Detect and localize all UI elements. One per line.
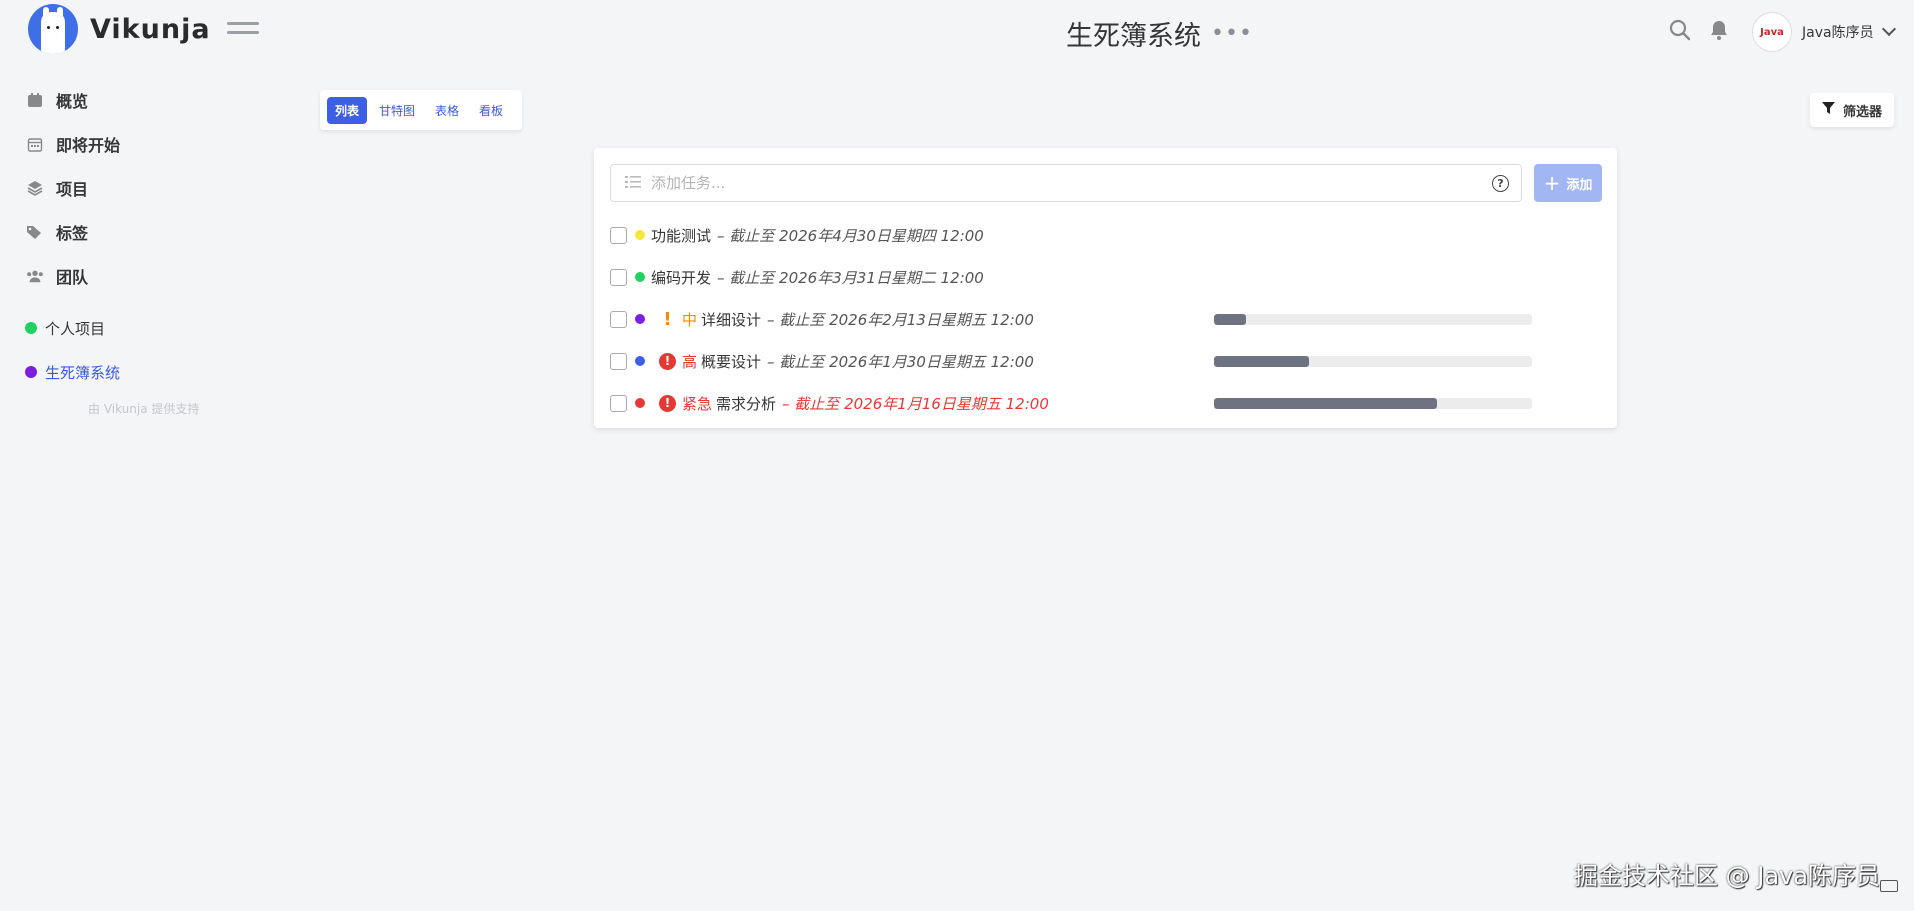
powered-by[interactable]: 由 Vikunja 提供支持: [0, 400, 300, 417]
task-color-dot: [635, 314, 645, 324]
sidebar-item-projects[interactable]: 项目: [0, 166, 300, 210]
top-bar: Vikunja 生死簿系统 ••• Java Java陈序员: [0, 0, 1914, 64]
more-options-icon[interactable]: •••: [1211, 21, 1253, 46]
task-color-dot: [635, 230, 645, 240]
keyboard-icon[interactable]: [1880, 880, 1898, 892]
task-progress-bar: [1214, 314, 1532, 325]
task-checkbox[interactable]: [610, 268, 627, 286]
task-progress-fill: [1214, 314, 1246, 325]
sidebar-item-label: 概览: [56, 92, 89, 111]
add-task-button[interactable]: + 添加: [1534, 164, 1602, 202]
task-due-date: – 截止至 2026年1月30日星期五 12:00: [767, 352, 1034, 371]
sidebar-item-label: 即将开始: [56, 136, 121, 155]
task-due-date: – 截止至 2026年2月13日星期五 12:00: [767, 310, 1034, 329]
user-menu[interactable]: Java Java陈序员: [1752, 12, 1896, 52]
task-progress-fill: [1214, 356, 1310, 367]
sidebar-item-overview[interactable]: 概览: [0, 78, 300, 122]
task-title[interactable]: 详细设计: [701, 309, 761, 330]
bell-icon[interactable]: [1707, 18, 1731, 42]
task-list-card: ? + 添加 功能测试 – 截止至 2026年4月30日星期四 12:00 编码…: [594, 148, 1617, 428]
users-icon: [26, 267, 44, 285]
menu-toggle-icon[interactable]: [227, 22, 259, 40]
sidebar: 概览 即将开始 项目 标签 团队 个人项目 生死簿系统 由 Vikunja 提供…: [0, 78, 300, 417]
calendar-icon: [26, 91, 44, 109]
task-row[interactable]: ! 紧急 需求分析 – 截止至 2026年1月16日星期五 12:00: [610, 382, 1600, 424]
search-icon[interactable]: [1668, 18, 1692, 42]
project-color-dot: [25, 366, 37, 378]
priority-exclamation-icon: !: [663, 308, 672, 330]
tab-list[interactable]: 列表: [327, 96, 368, 124]
task-title[interactable]: 需求分析: [716, 393, 776, 414]
watermark: 掘金技术社区 @ Java陈序员: [1574, 862, 1880, 890]
task-progress-fill: [1214, 398, 1437, 409]
task-progress-bar: [1214, 356, 1532, 367]
add-task-button-label: 添加: [1566, 177, 1593, 193]
tab-gantt[interactable]: 甘特图: [371, 97, 423, 124]
top-icons: [1668, 18, 1746, 42]
filter-label: 筛选器: [1843, 104, 1883, 120]
filter-icon: [1822, 101, 1835, 119]
task-row[interactable]: ! 高 概要设计 – 截止至 2026年1月30日星期五 12:00: [610, 340, 1600, 382]
project-title-area: 生死簿系统 •••: [1066, 14, 1253, 53]
task-checkbox[interactable]: [610, 394, 627, 412]
sidebar-item-label: 团队: [56, 268, 89, 287]
task-due-date: – 截止至 2026年1月16日星期五 12:00: [782, 394, 1049, 413]
sidebar-item-label: 项目: [56, 180, 89, 199]
task-checkbox[interactable]: [610, 226, 627, 244]
add-task-row: ? + 添加: [610, 164, 1602, 202]
task-due-date: – 截止至 2026年4月30日星期四 12:00: [717, 226, 984, 245]
help-icon[interactable]: ?: [1492, 175, 1509, 192]
view-switcher: 列表 甘特图 表格 看板: [320, 90, 523, 130]
chevron-down-icon: [1881, 21, 1896, 37]
priority-label: 高: [682, 352, 698, 371]
priority-label: 中: [682, 310, 698, 329]
logo[interactable]: Vikunja: [28, 4, 211, 54]
task-checkbox[interactable]: [610, 310, 627, 328]
list-icon: [625, 174, 641, 193]
sidebar-item-teams[interactable]: 团队: [0, 254, 300, 298]
task-row[interactable]: 编码开发 – 截止至 2026年3月31日星期二 12:00: [610, 256, 1600, 298]
sidebar-project-label: 生死簿系统: [45, 363, 121, 382]
task-progress-bar: [1214, 398, 1532, 409]
brand-name: Vikunja: [90, 13, 211, 45]
task-title[interactable]: 编码开发: [651, 267, 711, 288]
tab-table[interactable]: 表格: [427, 97, 467, 124]
add-task-field[interactable]: ?: [610, 164, 1522, 202]
task-row[interactable]: 功能测试 – 截止至 2026年4月30日星期四 12:00: [610, 214, 1600, 256]
task-color-dot: [635, 272, 645, 282]
task-color-dot: [635, 356, 645, 366]
user-name: Java陈序员: [1802, 25, 1874, 41]
task-list: 功能测试 – 截止至 2026年4月30日星期四 12:00 编码开发 – 截止…: [610, 214, 1600, 424]
sidebar-project-shengsibu[interactable]: 生死簿系统: [0, 350, 300, 394]
task-due-date: – 截止至 2026年3月31日星期二 12:00: [717, 268, 984, 287]
task-checkbox[interactable]: [610, 352, 627, 370]
layers-icon: [26, 179, 44, 197]
task-row[interactable]: ! 中 详细设计 – 截止至 2026年2月13日星期五 12:00: [610, 298, 1600, 340]
vikunja-logo-icon: [28, 4, 78, 54]
priority-label: 紧急: [682, 394, 713, 413]
sidebar-project-personal[interactable]: 个人项目: [0, 306, 300, 350]
avatar: Java: [1752, 12, 1792, 52]
add-task-input[interactable]: [651, 174, 1471, 192]
task-color-dot: [635, 398, 645, 408]
filter-button[interactable]: 筛选器: [1810, 93, 1895, 127]
sidebar-project-label: 个人项目: [45, 319, 106, 338]
page-title: 生死簿系统: [1066, 21, 1201, 52]
priority-alert-icon: !: [659, 394, 676, 412]
calendar-grid-icon: [26, 135, 44, 153]
task-title[interactable]: 概要设计: [701, 351, 761, 372]
priority-alert-icon: !: [659, 352, 676, 370]
sidebar-item-labels[interactable]: 标签: [0, 210, 300, 254]
tab-kanban[interactable]: 看板: [471, 97, 511, 124]
sidebar-item-upcoming[interactable]: 即将开始: [0, 122, 300, 166]
tags-icon: [26, 223, 44, 241]
sidebar-item-label: 标签: [56, 224, 89, 243]
plus-icon: +: [1543, 171, 1561, 195]
task-title[interactable]: 功能测试: [651, 225, 711, 246]
project-color-dot: [25, 322, 37, 334]
